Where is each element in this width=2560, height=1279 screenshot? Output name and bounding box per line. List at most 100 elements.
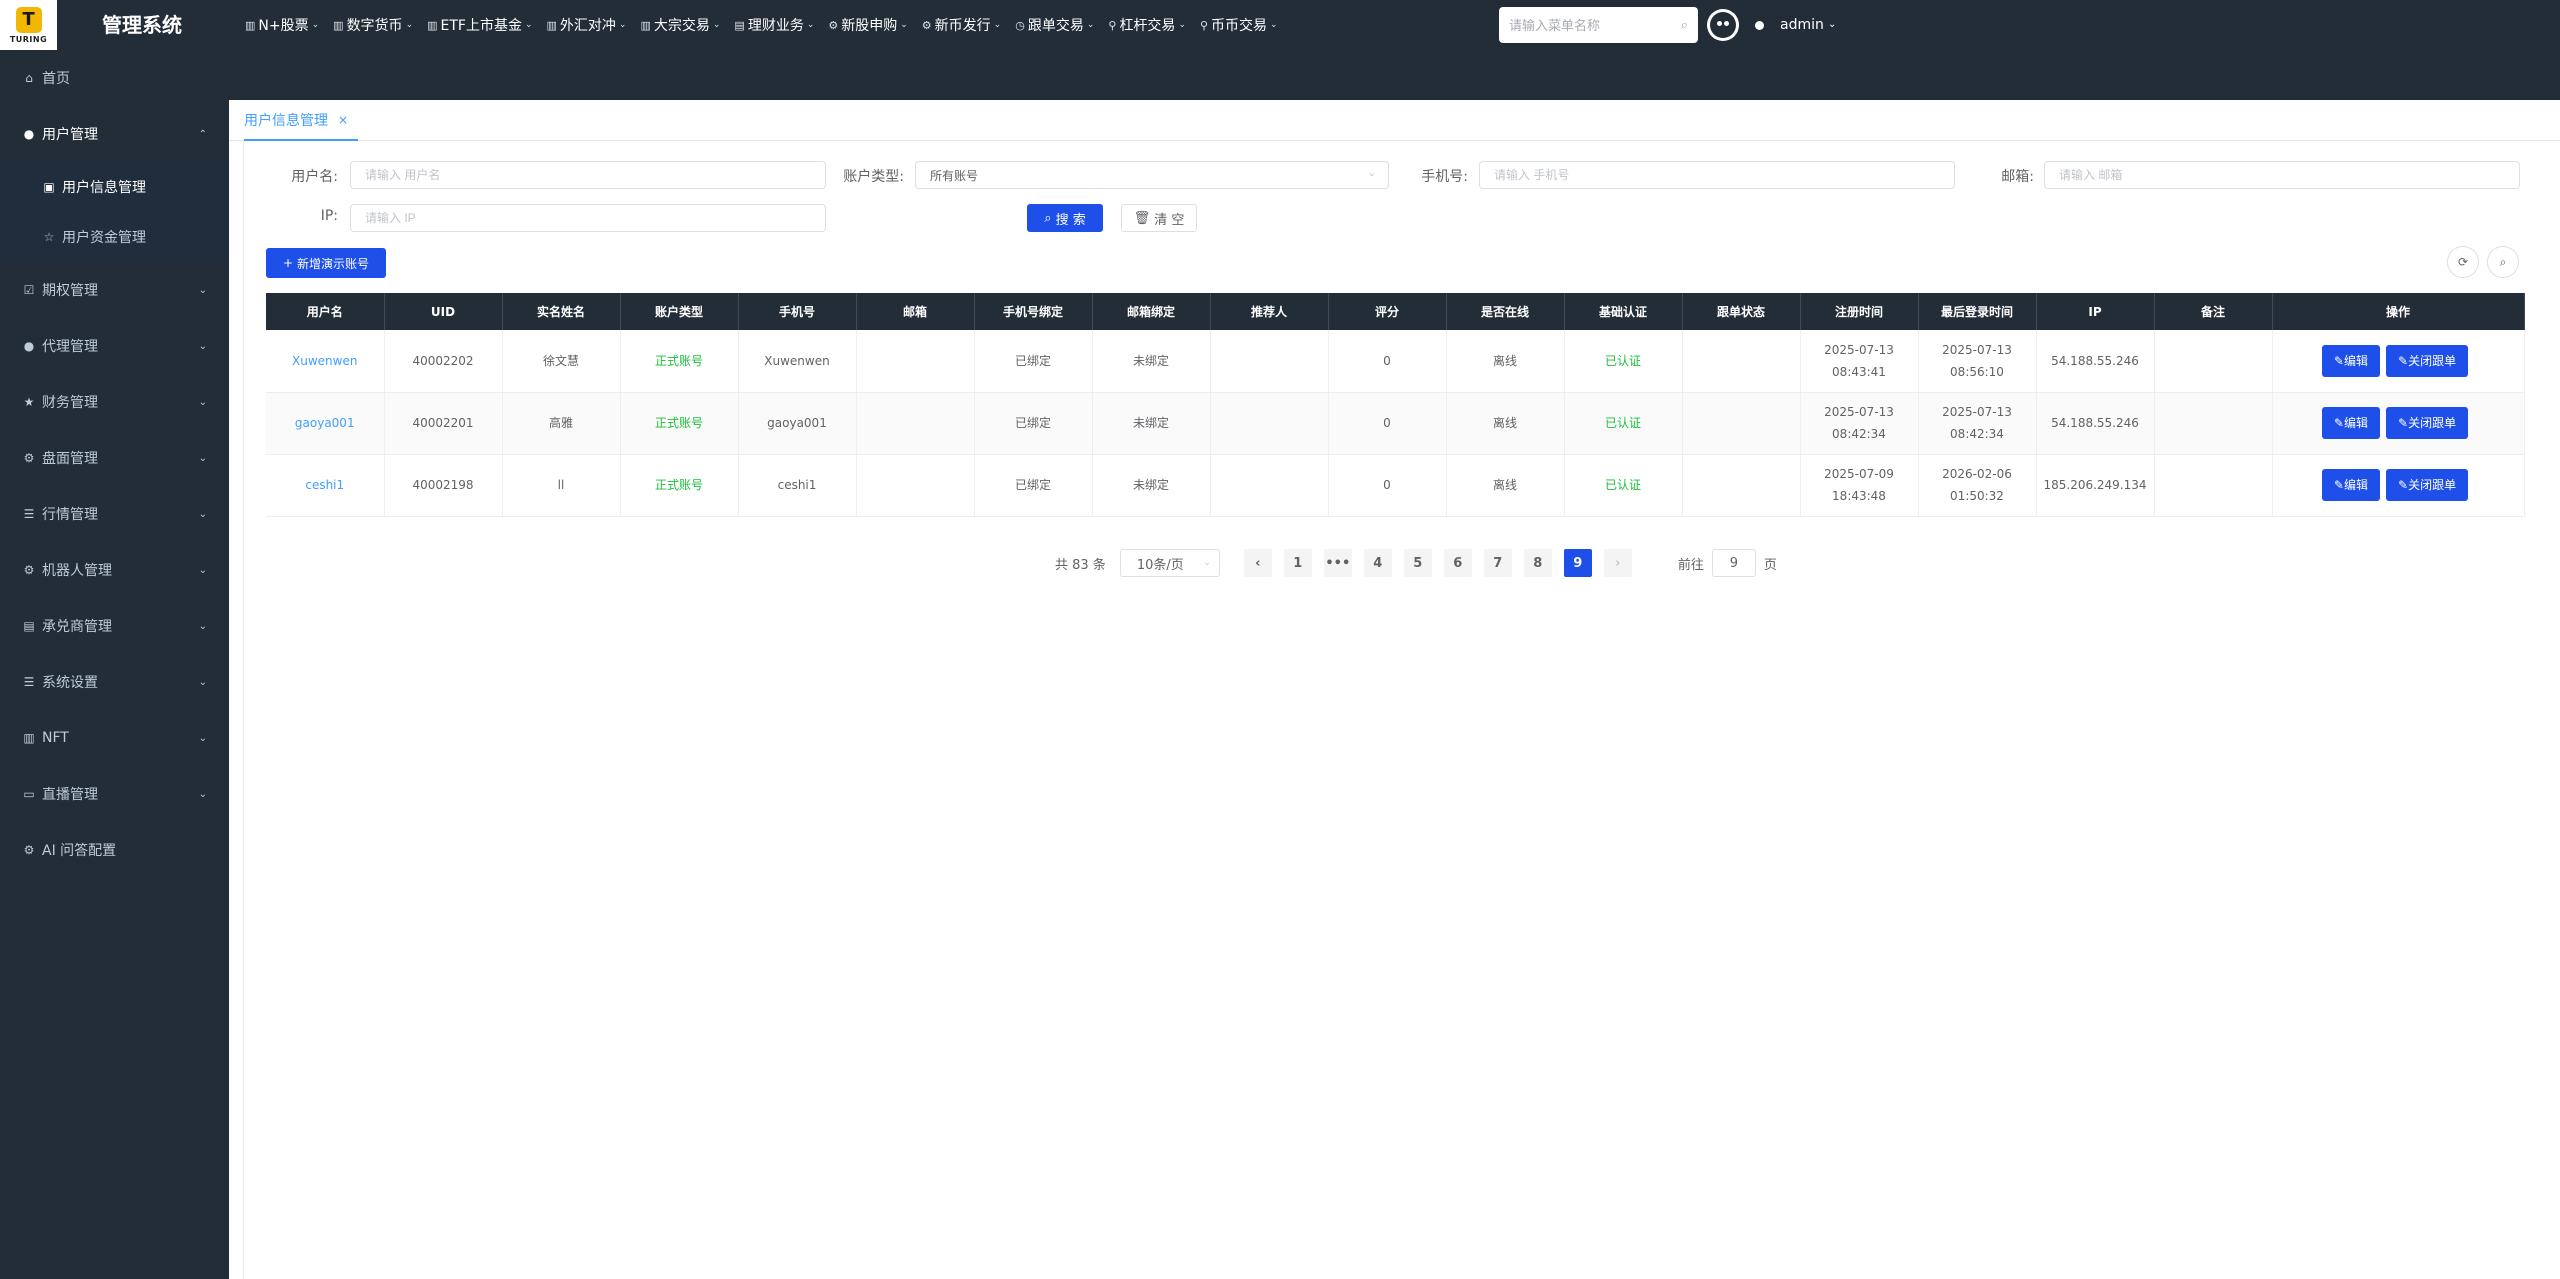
sidebar-item[interactable]: ★ 财务管理 ⌄	[0, 374, 229, 430]
clear-button[interactable]: 🗑 清 空	[1121, 204, 1197, 232]
user-name[interactable]: admin	[1780, 0, 1824, 50]
sidebar-item-home[interactable]: ⌂ 首页	[0, 50, 229, 106]
topnav-label: 理财业务	[747, 18, 804, 34]
sidebar-item[interactable]: ▤ 承兑商管理 ⌄	[0, 598, 229, 654]
email-input[interactable]	[2045, 162, 2519, 188]
table-cell[interactable]: ceshi1	[266, 454, 385, 517]
user-table: 用户名 UID 实名姓名 账户类型 手机号 邮箱 手机号绑定 邮箱绑定 推荐人 评分 是否在线 基础认…	[266, 293, 2525, 517]
more-pages-icon[interactable]: •••	[1323, 549, 1352, 577]
page-button[interactable]: 1	[1283, 549, 1312, 577]
table-cell: 已绑定	[974, 330, 1093, 393]
topnav-item[interactable]: ⚙ 新股申购 ⌄	[828, 15, 907, 35]
avatar[interactable]	[1707, 9, 1739, 41]
topnav-item[interactable]: ▥ 数字货币 ⌄	[333, 15, 413, 35]
chevron-down-icon: ⌄	[405, 20, 414, 30]
table-cell	[856, 330, 975, 393]
edit-icon: ✎	[2398, 416, 2409, 430]
topnav-item[interactable]: ▥ N+股票 ⌄	[245, 15, 319, 35]
sidebar-item[interactable]: ⚙ 机器人管理 ⌄	[0, 542, 229, 598]
sidebar: ⌂ 首页 ● 用户管理 ⌃ ▣ 用户信息管理 ☆ 用户资金管理 ☑ 期权管理 ⌄ ● 代理管理 ⌄ ★ 财务管理…	[0, 50, 229, 1279]
username-label: 用户名:	[291, 169, 338, 185]
next-page-icon[interactable]: ›	[1603, 549, 1632, 577]
column-header: 实名姓名	[502, 293, 621, 330]
gear-icon: ⚙	[23, 563, 35, 577]
tab-label: 用户信息管理	[244, 112, 328, 129]
phone-input[interactable]	[1480, 162, 1954, 188]
close-copy-trade-button[interactable]: ✎ 关闭跟单	[2386, 407, 2469, 439]
page-button[interactable]: 9	[1563, 549, 1592, 577]
edit-button[interactable]: ✎ 编辑	[2321, 344, 2380, 377]
sidebar-item[interactable]: ☰ 行情管理 ⌄	[0, 486, 229, 542]
goto-page-input[interactable]: 9	[1711, 549, 1756, 577]
sidebar-item[interactable]: ⚙ 盘面管理 ⌄	[0, 430, 229, 486]
edit-button-label: 编辑	[2343, 416, 2368, 430]
sidebar-item[interactable]: ☰ 系统设置 ⌄	[0, 654, 229, 710]
search-button[interactable]: ⌕ 搜 索	[1027, 204, 1103, 232]
close-copy-trade-button[interactable]: ✎ 关闭跟单	[2386, 469, 2469, 501]
table-cell	[856, 392, 975, 455]
add-demo-account-button[interactable]: + 新增演示账号	[266, 248, 386, 278]
menu-search[interactable]: ⌕	[1499, 7, 1698, 43]
home-icon: ⌂	[25, 71, 33, 85]
menu-search-input[interactable]	[1509, 17, 1681, 33]
logo[interactable]: T TURING	[0, 0, 57, 50]
page-button[interactable]: 8	[1523, 549, 1552, 577]
tab-user-info[interactable]: 用户信息管理 ×	[244, 100, 359, 141]
sidebar-subitem[interactable]: ☆ 用户资金管理	[0, 212, 229, 262]
username-input[interactable]	[351, 162, 825, 188]
topnav-item[interactable]: ◷ 跟单交易 ⌄	[1015, 15, 1094, 35]
phone-field[interactable]	[1479, 161, 1955, 189]
close-icon[interactable]: ×	[338, 113, 348, 127]
sidebar-item[interactable]: ▥ NFT ⌄	[0, 710, 229, 766]
close-copy-trade-button[interactable]: ✎ 关闭跟单	[2386, 344, 2469, 377]
edit-button[interactable]: ✎ 编辑	[2321, 469, 2380, 501]
logo-mark: T	[15, 6, 42, 33]
column-header: 操作	[2272, 293, 2525, 330]
topnav-item[interactable]: ⚲ 币币交易 ⌄	[1200, 15, 1278, 35]
ip-input[interactable]	[351, 205, 825, 231]
table-cell: gaoya001	[738, 392, 857, 455]
sidebar-item[interactable]: ▭ 直播管理 ⌄	[0, 766, 229, 822]
topnav-item[interactable]: ▤ 理财业务 ⌄	[734, 15, 814, 35]
chevron-down-icon: ⌄	[311, 20, 320, 30]
username-field[interactable]	[350, 161, 826, 189]
topnav-label: N+股票	[258, 18, 309, 34]
topnav-item[interactable]: ⚲ 杠杆交易 ⌄	[1108, 15, 1186, 35]
topnav-label: ETF上市基金	[440, 18, 522, 34]
sidebar-item-label: 直播管理	[42, 787, 98, 803]
page-button[interactable]: 4	[1363, 549, 1392, 577]
topnav-item[interactable]: ⚙ 新币发行 ⌄	[922, 15, 1001, 35]
sidebar-item[interactable]: ⚙ AI 问答配置	[0, 822, 229, 878]
page-size-select[interactable]: 10条/页 ⌄	[1119, 549, 1220, 577]
prev-page-icon[interactable]: ‹	[1243, 549, 1272, 577]
search-toggle-icon[interactable]: ⌕	[2487, 246, 2519, 278]
table-cell[interactable]: Xuwenwen	[266, 330, 385, 393]
table-cell[interactable]: gaoya001	[266, 392, 385, 455]
refresh-icon[interactable]: ⟳	[2447, 246, 2479, 278]
edit-button[interactable]: ✎ 编辑	[2321, 407, 2380, 439]
sidebar-item[interactable]: ● 用户管理 ⌃	[0, 106, 229, 162]
page-size-value: 10条/页	[1136, 557, 1184, 573]
topnav-item[interactable]: ▥ 外汇对冲 ⌄	[547, 15, 627, 35]
chevron-down-icon: ⌄	[198, 340, 207, 352]
ip-field[interactable]	[350, 204, 826, 232]
edit-icon: ✎	[2398, 353, 2409, 368]
page-button[interactable]: 6	[1443, 549, 1472, 577]
table-cell: 未绑定	[1092, 454, 1211, 517]
sidebar-subitem[interactable]: ▣ 用户信息管理	[0, 162, 229, 212]
search-icon[interactable]: ⌕	[1681, 18, 1688, 33]
table-cell: 徐文慧	[502, 330, 621, 393]
account-type-select[interactable]: 所有账号 ⌄	[915, 161, 1389, 189]
page-button[interactable]: 5	[1403, 549, 1432, 577]
topnav-item[interactable]: ▥ ETF上市基金 ⌄	[427, 15, 532, 35]
email-field[interactable]	[2044, 161, 2520, 189]
user-chevron-down-icon[interactable]: ⌄	[1828, 0, 1836, 50]
sidebar-item[interactable]: ☑ 期权管理 ⌄	[0, 262, 229, 318]
id-card-icon: ▣	[43, 180, 55, 194]
topnav-item[interactable]: ▥ 大宗交易 ⌄	[640, 15, 720, 35]
sidebar-item[interactable]: ● 代理管理 ⌄	[0, 318, 229, 374]
phone-label: 手机号:	[1421, 169, 1468, 185]
gear-icon: ⚙	[23, 451, 35, 465]
page-button[interactable]: 7	[1483, 549, 1512, 577]
table-header-row: 用户名 UID 实名姓名 账户类型 手机号 邮箱 手机号绑定 邮箱绑定 推荐人 评分 是否在线 基础认…	[266, 293, 2525, 330]
